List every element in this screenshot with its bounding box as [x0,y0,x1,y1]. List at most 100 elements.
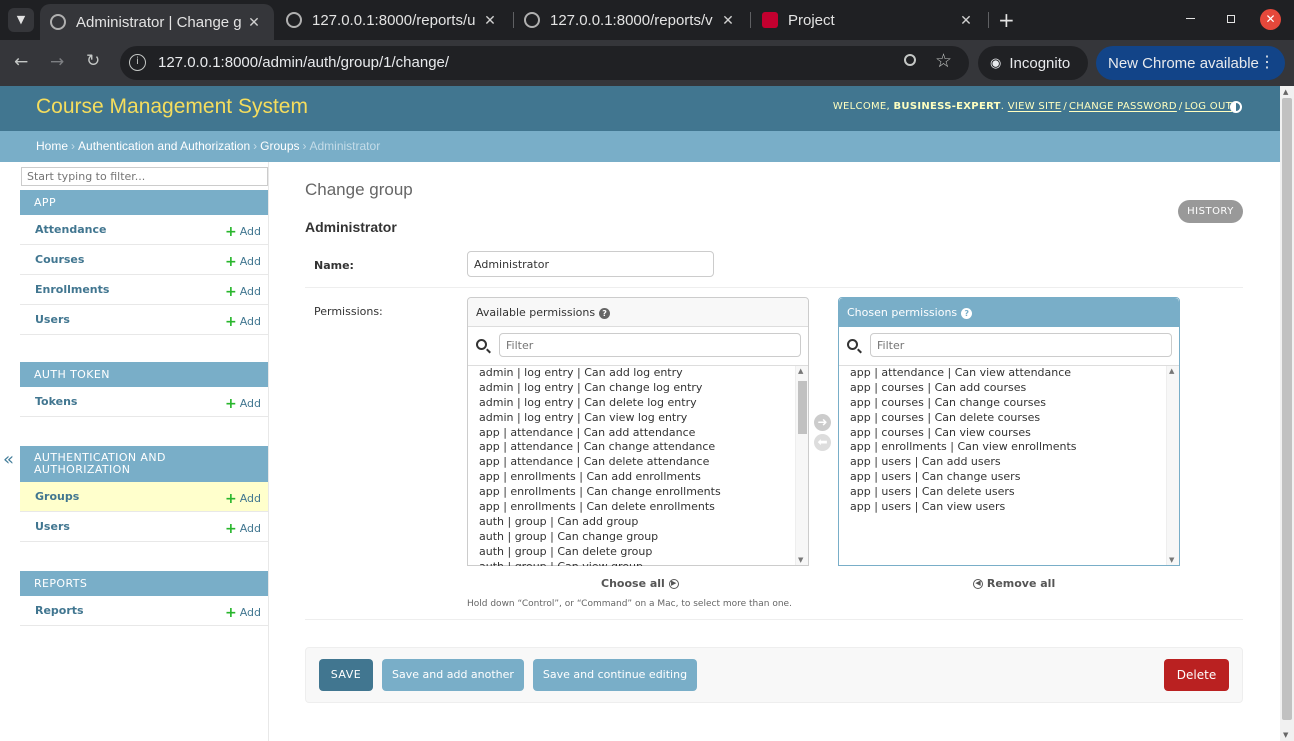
add-link[interactable]: + Add [225,604,261,621]
add-link[interactable]: + Add [225,520,261,537]
scroll-down-icon[interactable]: ▼ [798,556,803,564]
bookmark-star-icon[interactable]: ☆ [935,50,952,72]
sidebar-item-label[interactable]: Users [35,520,70,533]
theme-toggle-icon[interactable] [1230,101,1242,113]
sidebar-item-reports[interactable]: Reports + Add [20,596,268,626]
site-info-icon[interactable]: i [129,54,146,71]
browser-tab-active[interactable]: Administrator | Change g ✕ [40,4,274,40]
permission-option[interactable]: app | courses | Can change courses [839,396,1179,411]
zoom-icon[interactable] [904,54,916,66]
scroll-down-icon[interactable]: ▼ [1283,731,1288,739]
toggle-sidebar-button[interactable]: « [3,449,14,470]
new-tab-icon[interactable]: + [998,8,1015,32]
permission-option[interactable]: admin | log entry | Can view log entry [468,411,808,426]
available-filter-input[interactable] [499,333,801,357]
permission-option[interactable]: app | enrollments | Can delete enrollmen… [468,500,808,515]
remove-selected-icon[interactable]: ⬅ [814,434,831,451]
sidebar-item-label[interactable]: Groups [35,490,79,503]
browser-tab[interactable]: 127.0.0.1:8000/reports/u ✕ [276,0,510,40]
scrollbar-thumb[interactable] [798,381,807,434]
chosen-permissions-list[interactable]: app | attendance | Can view attendance ap… [839,366,1179,566]
sidebar-item-label[interactable]: Courses [35,253,84,266]
permission-option[interactable]: app | users | Can change users [839,470,1179,485]
minimize-icon[interactable] [1186,18,1195,19]
permission-option[interactable]: app | attendance | Can add attendance [468,426,808,441]
scroll-up-icon[interactable]: ▲ [1169,367,1174,375]
breadcrumb-home[interactable]: Home [36,139,68,153]
browser-tab[interactable]: Project ✕ [752,0,986,40]
forward-icon[interactable]: → [50,52,64,72]
chosen-list-scrollbar[interactable]: ▲ ▼ [1166,366,1179,565]
choose-selected-icon[interactable]: ➜ [814,414,831,431]
permission-option[interactable]: app | enrollments | Can change enrollmen… [468,485,808,500]
help-icon[interactable]: ? [961,308,973,319]
sidebar-item-label[interactable]: Reports [35,604,84,617]
sidebar-item-label[interactable]: Users [35,313,70,326]
maximize-icon[interactable] [1227,15,1235,23]
view-site-link[interactable]: VIEW SITE [1008,101,1062,112]
permission-option[interactable]: auth | group | Can view group [468,560,808,566]
breadcrumb-model[interactable]: Groups [260,139,299,153]
sidebar-item-label[interactable]: Attendance [35,223,106,236]
add-link[interactable]: + Add [225,395,261,412]
close-window-icon[interactable]: ✕ [1260,9,1281,30]
sidebar-item-courses[interactable]: Courses + Add [20,245,268,275]
permission-option[interactable]: auth | group | Can change group [468,530,808,545]
permission-option[interactable]: app | users | Can delete users [839,485,1179,500]
help-icon[interactable]: ? [599,308,611,319]
change-password-link[interactable]: CHANGE PASSWORD [1069,101,1177,112]
permission-option[interactable]: admin | log entry | Can change log entry [468,381,808,396]
new-chrome-available-button[interactable]: New Chrome available ⋮ [1096,46,1285,80]
permission-option[interactable]: auth | group | Can delete group [468,545,808,560]
name-field[interactable] [467,251,714,277]
close-tab-icon[interactable]: ✕ [718,12,738,29]
available-list-scrollbar[interactable]: ▲ ▼ [795,366,808,565]
permission-option[interactable]: app | courses | Can delete courses [839,411,1179,426]
module-caption[interactable]: Auth Token [20,362,268,387]
module-caption[interactable]: Authentication and Authorization [20,446,268,482]
permission-option[interactable]: app | enrollments | Can add enrollments [468,470,808,485]
sidebar-item-enrollments[interactable]: Enrollments + Add [20,275,268,305]
permission-option[interactable]: app | users | Can view users [839,500,1179,515]
add-link[interactable]: + Add [225,490,261,507]
sidebar-item-label[interactable]: Enrollments [35,283,109,296]
browser-tab[interactable]: 127.0.0.1:8000/reports/v ✕ [514,0,748,40]
permission-option[interactable]: app | enrollments | Can view enrollments [839,440,1179,455]
scroll-up-icon[interactable]: ▲ [1283,88,1288,96]
log-out-link[interactable]: LOG OUT [1185,101,1232,112]
permission-option[interactable]: app | attendance | Can change attendance [468,440,808,455]
permission-option[interactable]: app | users | Can add users [839,455,1179,470]
tab-search-icon[interactable]: ▼ [8,8,34,32]
history-button[interactable]: HISTORY [1178,200,1243,223]
module-caption[interactable]: Reports [20,571,268,596]
scroll-up-icon[interactable]: ▲ [798,367,803,375]
sidebar-item-groups[interactable]: Groups + Add [20,482,268,512]
add-link[interactable]: + Add [225,223,261,240]
module-caption[interactable]: App [20,190,268,215]
add-link[interactable]: + Add [225,283,261,300]
save-and-add-another-button[interactable]: Save and add another [382,659,524,691]
add-link[interactable]: + Add [225,313,261,330]
scroll-down-icon[interactable]: ▼ [1169,556,1174,564]
available-permissions-list[interactable]: admin | log entry | Can add log entry adm… [468,366,808,566]
permission-option[interactable]: admin | log entry | Can add log entry [468,366,808,381]
sidebar-item-users[interactable]: Users + Add [20,512,268,542]
sidebar-item-label[interactable]: Tokens [35,395,77,408]
more-menu-icon[interactable]: ⋮ [1259,52,1275,72]
reload-icon[interactable]: ↻ [86,51,100,71]
sidebar-item-attendance[interactable]: Attendance + Add [20,215,268,245]
remove-all-button[interactable]: ◀ Remove all [973,577,1055,590]
sidebar-item-users[interactable]: Users + Add [20,305,268,335]
breadcrumb-app[interactable]: Authentication and Authorization [78,139,250,153]
incognito-indicator[interactable]: ◉ Incognito [978,46,1088,80]
sidebar-item-tokens[interactable]: Tokens + Add [20,387,268,417]
permission-option[interactable]: app | attendance | Can delete attendance [468,455,808,470]
add-link[interactable]: + Add [225,253,261,270]
close-tab-icon[interactable]: ✕ [956,12,976,29]
nav-filter-input[interactable] [21,167,268,186]
chosen-filter-input[interactable] [870,333,1172,357]
site-brand[interactable]: Course Management System [36,95,308,119]
permission-option[interactable]: app | courses | Can add courses [839,381,1179,396]
scrollbar-thumb[interactable] [1282,98,1292,720]
save-button[interactable]: SAVE [319,659,373,691]
